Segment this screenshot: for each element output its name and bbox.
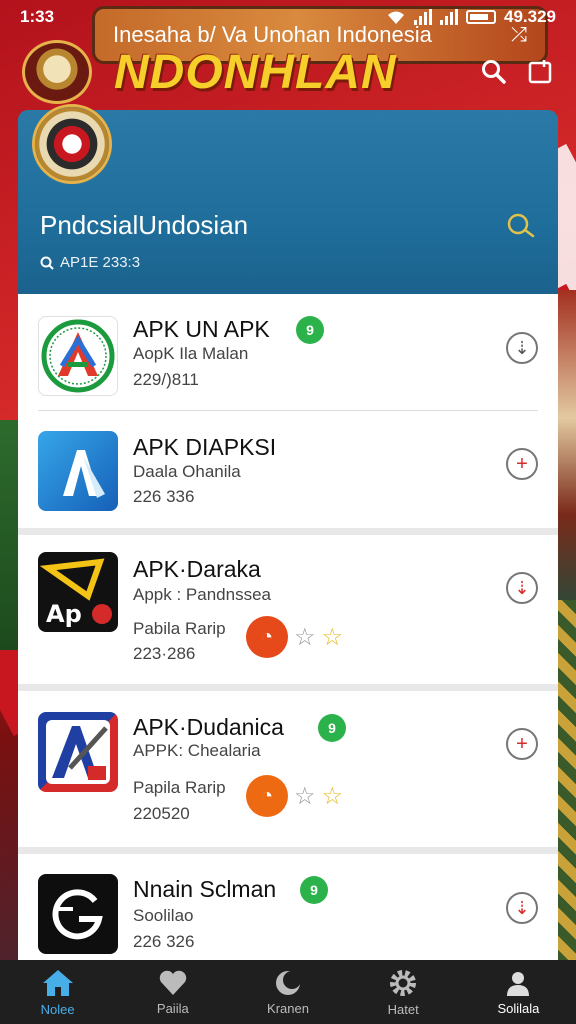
app-name: APK·Dudanica bbox=[133, 714, 284, 740]
app-logo-a-blue-icon bbox=[38, 431, 118, 511]
download-button[interactable]: ⇣ bbox=[506, 572, 538, 604]
nav-label: Solilala bbox=[497, 1000, 540, 1016]
app-list: APK UN APK 9 AopK Ila Malan 229/)811 ⇣ A… bbox=[18, 294, 558, 960]
rating-badge-icon: ◔ bbox=[246, 616, 288, 658]
bottom-navigation: Nolee Paiila Kranen Hatet Solilala bbox=[0, 960, 576, 1024]
rating-row: ◔ ☆ ☆ bbox=[246, 616, 343, 658]
status-icons: 49.329 bbox=[386, 7, 556, 27]
app-logo-a-green-icon bbox=[38, 316, 118, 396]
nav-item-home[interactable]: Nolee bbox=[0, 960, 115, 1024]
app-name: APK DIAPKSI bbox=[133, 434, 277, 460]
status-time: 1:33 bbox=[20, 7, 55, 26]
section-divider bbox=[18, 847, 558, 854]
app-name: APK·Daraka bbox=[133, 556, 261, 582]
add-button[interactable]: + bbox=[506, 728, 538, 760]
nav-item-favorites[interactable]: Paiila bbox=[115, 960, 230, 1024]
search-text: AP1E 233:3 bbox=[60, 254, 141, 271]
app-subtitle: AopK Ila Malan bbox=[133, 344, 249, 363]
app-meta: 229/)811 bbox=[133, 370, 199, 389]
app-meta-label: Pabila Rarip bbox=[133, 619, 226, 638]
nav-label: Paiila bbox=[156, 1000, 189, 1016]
wifi-icon bbox=[388, 11, 404, 24]
nav-item-profile[interactable]: Solilala bbox=[461, 960, 576, 1024]
window-icon[interactable] bbox=[526, 58, 554, 86]
download-button[interactable]: ⇣ bbox=[506, 332, 538, 364]
app-meta-label: Papila Rarip bbox=[133, 778, 226, 797]
search-icon[interactable] bbox=[506, 212, 536, 243]
nav-label: Hatet bbox=[387, 1001, 419, 1017]
app-subtitle: Soolilao bbox=[133, 906, 194, 925]
app-logo-g-icon bbox=[38, 874, 118, 954]
section-title: PndcsialUndosian bbox=[40, 210, 249, 240]
app-name: APK UN APK bbox=[133, 316, 270, 342]
rating-badge-icon: ◔ bbox=[246, 775, 288, 817]
verified-badge: 9 bbox=[318, 714, 346, 742]
star-outline-icon: ☆ bbox=[294, 782, 316, 810]
search-line[interactable]: AP1E 233:3 bbox=[40, 254, 140, 271]
verified-badge: 9 bbox=[300, 876, 328, 904]
nav-item-theme[interactable]: Kranen bbox=[230, 960, 345, 1024]
app-subtitle: Appk : Pandnssea bbox=[133, 585, 271, 604]
star-outline-icon: ☆ bbox=[294, 623, 316, 651]
add-button[interactable]: + bbox=[506, 448, 538, 480]
app-logo-ap-icon: Ap bbox=[38, 552, 118, 632]
signal-icon-2 bbox=[440, 9, 458, 25]
emblem-badge-icon bbox=[32, 104, 112, 184]
app-meta: 226 326 bbox=[133, 932, 195, 951]
app-meta: 226 336 bbox=[133, 487, 195, 506]
app-title: NDONHLAN bbox=[114, 45, 397, 99]
verified-badge: 9 bbox=[296, 316, 324, 344]
magnifier-icon bbox=[40, 256, 54, 270]
app-meta: 220520 bbox=[133, 804, 190, 823]
nav-item-settings[interactable]: Hatet bbox=[346, 960, 461, 1024]
star-icon: ☆ bbox=[321, 782, 344, 810]
status-bar: 1:33 49.329 bbox=[0, 0, 576, 34]
heart-icon bbox=[159, 970, 187, 995]
person-icon bbox=[507, 971, 530, 996]
app-logo-a-pen-icon bbox=[38, 712, 118, 792]
nav-label: Kranen bbox=[267, 1000, 309, 1016]
search-icon[interactable] bbox=[480, 58, 508, 86]
garuda-emblem-icon bbox=[22, 40, 92, 104]
app-subtitle: Daala Ohanila bbox=[133, 462, 241, 481]
nav-label: Nolee bbox=[40, 1001, 75, 1017]
divider bbox=[38, 410, 538, 411]
section-divider bbox=[18, 684, 558, 691]
home-icon bbox=[42, 969, 73, 996]
signal-icon bbox=[414, 9, 432, 25]
moon-icon bbox=[276, 970, 301, 995]
status-right-text: 49.329 bbox=[504, 7, 556, 26]
gear-icon bbox=[390, 969, 417, 996]
download-button[interactable]: ⇣ bbox=[506, 892, 538, 924]
app-name: Nnain Sclman bbox=[133, 876, 277, 902]
star-icon: ☆ bbox=[321, 623, 344, 651]
app-header: NDONHLAN bbox=[0, 34, 576, 110]
battery-icon bbox=[466, 10, 496, 24]
rating-row: ◔ ☆ ☆ bbox=[246, 775, 343, 817]
section-divider bbox=[18, 528, 558, 535]
app-logo-text: Ap bbox=[46, 600, 82, 628]
header-actions bbox=[480, 58, 554, 86]
app-subtitle: APPK: Chealaria bbox=[133, 741, 261, 760]
app-meta: 223·286 bbox=[133, 644, 196, 663]
